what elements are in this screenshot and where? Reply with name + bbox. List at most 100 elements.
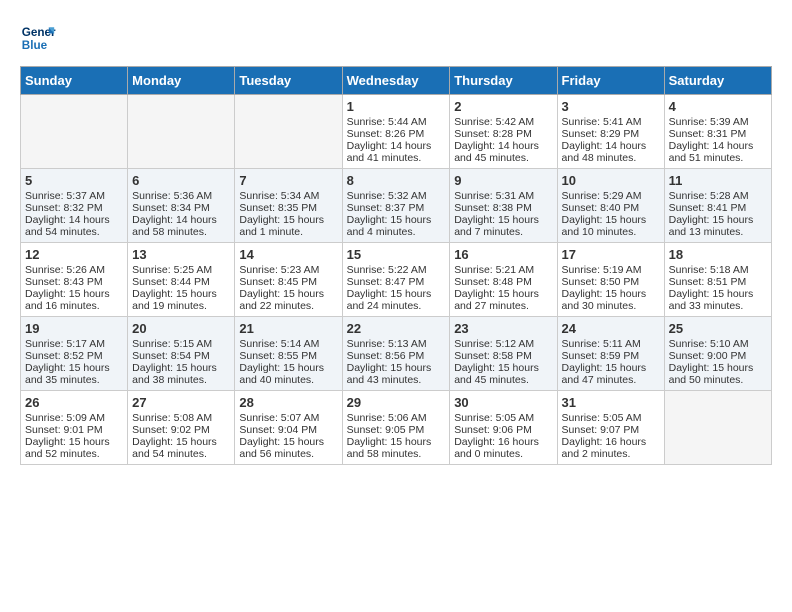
- calendar-cell: 17Sunrise: 5:19 AMSunset: 8:50 PMDayligh…: [557, 243, 664, 317]
- day-info: Daylight: 15 hours: [25, 436, 123, 448]
- day-number: 30: [454, 395, 552, 410]
- day-info: Daylight: 15 hours: [239, 288, 337, 300]
- day-info: Daylight: 15 hours: [562, 362, 660, 374]
- day-info: Daylight: 14 hours: [454, 140, 552, 152]
- day-number: 27: [132, 395, 230, 410]
- day-info: Daylight: 15 hours: [454, 288, 552, 300]
- day-info: Sunset: 9:06 PM: [454, 424, 552, 436]
- day-info: and 30 minutes.: [562, 300, 660, 312]
- day-info: and 10 minutes.: [562, 226, 660, 238]
- day-info: Sunset: 8:41 PM: [669, 202, 767, 214]
- day-info: Sunrise: 5:09 AM: [25, 412, 123, 424]
- day-info: and 7 minutes.: [454, 226, 552, 238]
- day-info: Sunset: 8:38 PM: [454, 202, 552, 214]
- day-info: and 56 minutes.: [239, 448, 337, 460]
- day-info: and 19 minutes.: [132, 300, 230, 312]
- day-info: and 50 minutes.: [669, 374, 767, 386]
- calendar-cell: 9Sunrise: 5:31 AMSunset: 8:38 PMDaylight…: [450, 169, 557, 243]
- calendar-cell: 11Sunrise: 5:28 AMSunset: 8:41 PMDayligh…: [664, 169, 771, 243]
- svg-text:Blue: Blue: [22, 39, 48, 52]
- day-info: Sunrise: 5:08 AM: [132, 412, 230, 424]
- day-number: 12: [25, 247, 123, 262]
- calendar-table: SundayMondayTuesdayWednesdayThursdayFrid…: [20, 66, 772, 465]
- day-info: Sunset: 8:56 PM: [347, 350, 446, 362]
- day-number: 24: [562, 321, 660, 336]
- day-info: Daylight: 15 hours: [347, 362, 446, 374]
- day-info: Sunrise: 5:22 AM: [347, 264, 446, 276]
- day-info: Sunset: 8:45 PM: [239, 276, 337, 288]
- day-info: Sunset: 8:32 PM: [25, 202, 123, 214]
- day-info: Daylight: 15 hours: [562, 214, 660, 226]
- day-info: Sunrise: 5:36 AM: [132, 190, 230, 202]
- day-info: Daylight: 15 hours: [347, 214, 446, 226]
- day-number: 15: [347, 247, 446, 262]
- day-info: Sunrise: 5:11 AM: [562, 338, 660, 350]
- day-info: Sunset: 8:40 PM: [562, 202, 660, 214]
- calendar-cell: [21, 95, 128, 169]
- day-info: Sunset: 9:07 PM: [562, 424, 660, 436]
- day-info: Sunset: 8:51 PM: [669, 276, 767, 288]
- calendar-cell: 10Sunrise: 5:29 AMSunset: 8:40 PMDayligh…: [557, 169, 664, 243]
- weekday-header-sunday: Sunday: [21, 67, 128, 95]
- day-number: 22: [347, 321, 446, 336]
- calendar-cell: 25Sunrise: 5:10 AMSunset: 9:00 PMDayligh…: [664, 317, 771, 391]
- day-info: Sunset: 8:52 PM: [25, 350, 123, 362]
- calendar-cell: 16Sunrise: 5:21 AMSunset: 8:48 PMDayligh…: [450, 243, 557, 317]
- day-info: Daylight: 14 hours: [562, 140, 660, 152]
- day-info: Sunset: 8:34 PM: [132, 202, 230, 214]
- day-info: Sunset: 9:05 PM: [347, 424, 446, 436]
- calendar-cell: 24 Sunrise: 5:11 AMSunset: 8:59 PMDayligh…: [557, 317, 664, 391]
- day-info: Daylight: 15 hours: [562, 288, 660, 300]
- weekday-header-thursday: Thursday: [450, 67, 557, 95]
- day-info: and 16 minutes.: [25, 300, 123, 312]
- week-row-5: 26Sunrise: 5:09 AMSunset: 9:01 PMDayligh…: [21, 391, 772, 465]
- day-info: Sunset: 8:37 PM: [347, 202, 446, 214]
- day-info: and 43 minutes.: [347, 374, 446, 386]
- calendar-cell: 22Sunrise: 5:13 AMSunset: 8:56 PMDayligh…: [342, 317, 450, 391]
- day-info: and 1 minute.: [239, 226, 337, 238]
- day-number: 5: [25, 173, 123, 188]
- day-info: Sunrise: 5:28 AM: [669, 190, 767, 202]
- day-info: Sunset: 8:55 PM: [239, 350, 337, 362]
- day-number: 25: [669, 321, 767, 336]
- day-info: Sunrise: 5:25 AM: [132, 264, 230, 276]
- day-info: Sunrise: 5:19 AM: [562, 264, 660, 276]
- day-info: Sunset: 8:59 PM: [562, 350, 660, 362]
- day-number: 7: [239, 173, 337, 188]
- calendar-cell: 18Sunrise: 5:18 AMSunset: 8:51 PMDayligh…: [664, 243, 771, 317]
- day-info: Sunrise: 5:07 AM: [239, 412, 337, 424]
- day-info: and 27 minutes.: [454, 300, 552, 312]
- day-info: Sunset: 8:48 PM: [454, 276, 552, 288]
- day-info: Sunrise: 5:14 AM: [239, 338, 337, 350]
- day-info: and 47 minutes.: [562, 374, 660, 386]
- calendar-cell: 26Sunrise: 5:09 AMSunset: 9:01 PMDayligh…: [21, 391, 128, 465]
- day-info: Sunrise: 5:15 AM: [132, 338, 230, 350]
- calendar-cell: 4Sunrise: 5:39 AMSunset: 8:31 PMDaylight…: [664, 95, 771, 169]
- day-number: 28: [239, 395, 337, 410]
- day-info: Sunrise: 5:32 AM: [347, 190, 446, 202]
- day-number: 13: [132, 247, 230, 262]
- calendar-cell: 6Sunrise: 5:36 AMSunset: 8:34 PMDaylight…: [128, 169, 235, 243]
- calendar-cell: 5Sunrise: 5:37 AMSunset: 8:32 PMDaylight…: [21, 169, 128, 243]
- weekday-header-saturday: Saturday: [664, 67, 771, 95]
- day-number: 20: [132, 321, 230, 336]
- day-info: and 22 minutes.: [239, 300, 337, 312]
- calendar-cell: 7Sunrise: 5:34 AMSunset: 8:35 PMDaylight…: [235, 169, 342, 243]
- day-info: Sunrise: 5:44 AM: [347, 116, 446, 128]
- day-info: and 4 minutes.: [347, 226, 446, 238]
- week-row-2: 5Sunrise: 5:37 AMSunset: 8:32 PMDaylight…: [21, 169, 772, 243]
- calendar-cell: 1Sunrise: 5:44 AMSunset: 8:26 PMDaylight…: [342, 95, 450, 169]
- day-info: Daylight: 16 hours: [562, 436, 660, 448]
- calendar-cell: 13Sunrise: 5:25 AMSunset: 8:44 PMDayligh…: [128, 243, 235, 317]
- week-row-1: 1Sunrise: 5:44 AMSunset: 8:26 PMDaylight…: [21, 95, 772, 169]
- day-info: Sunset: 9:00 PM: [669, 350, 767, 362]
- day-info: Sunset: 9:01 PM: [25, 424, 123, 436]
- day-info: and 58 minutes.: [347, 448, 446, 460]
- day-info: Sunrise: 5:39 AM: [669, 116, 767, 128]
- day-info: and 58 minutes.: [132, 226, 230, 238]
- logo-icon: General Blue: [20, 20, 56, 56]
- day-info: Daylight: 15 hours: [454, 362, 552, 374]
- calendar-cell: 30Sunrise: 5:05 AMSunset: 9:06 PMDayligh…: [450, 391, 557, 465]
- day-number: 3: [562, 99, 660, 114]
- day-info: Daylight: 15 hours: [454, 214, 552, 226]
